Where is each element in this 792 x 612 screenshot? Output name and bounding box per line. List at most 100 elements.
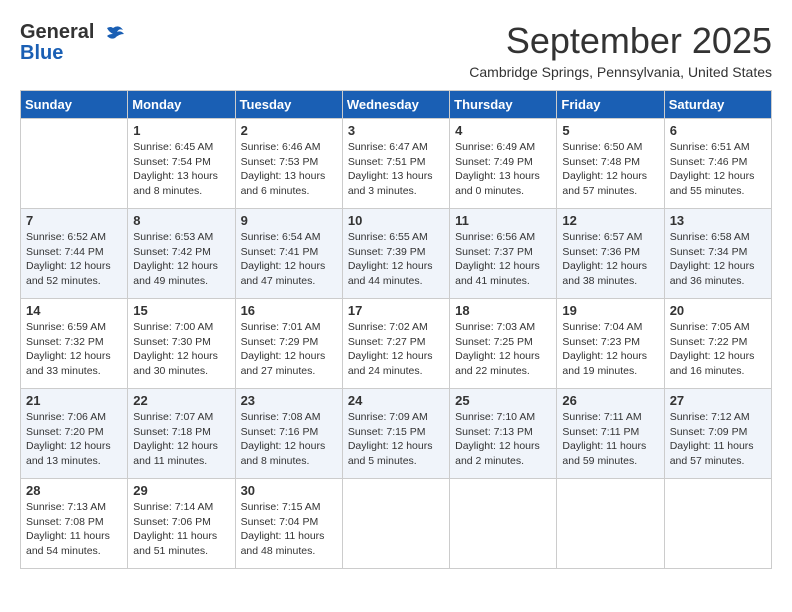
calendar-cell [21, 119, 128, 209]
day-number: 21 [26, 393, 122, 408]
calendar-cell: 26Sunrise: 7:11 AMSunset: 7:11 PMDayligh… [557, 389, 664, 479]
calendar-header-row: SundayMondayTuesdayWednesdayThursdayFrid… [21, 91, 772, 119]
calendar-cell: 10 Sunrise: 6:55 AMSunset: 7:39 PMDayligh… [342, 209, 449, 299]
day-number: 14 [26, 303, 122, 318]
calendar-cell: 2 Sunrise: 6:46 AMSunset: 7:53 PMDaylight… [235, 119, 342, 209]
month-title: September 2025 [469, 20, 772, 62]
day-number: 2 [241, 123, 337, 138]
day-info: Sunrise: 6:45 AMSunset: 7:54 PMDaylight:… [133, 140, 229, 199]
day-number: 9 [241, 213, 337, 228]
calendar-cell: 24 Sunrise: 7:09 AMSunset: 7:15 PMDayligh… [342, 389, 449, 479]
location-subtitle: Cambridge Springs, Pennsylvania, United … [469, 64, 772, 80]
day-info: Sunrise: 7:13 AMSunset: 7:08 PMDaylight:… [26, 500, 122, 559]
weekday-header-wednesday: Wednesday [342, 91, 449, 119]
calendar-table: SundayMondayTuesdayWednesdayThursdayFrid… [20, 90, 772, 569]
day-info: Sunrise: 7:09 AMSunset: 7:15 PMDaylight:… [348, 410, 444, 469]
day-number: 20 [670, 303, 766, 318]
day-info: Sunrise: 7:03 AMSunset: 7:25 PMDaylight:… [455, 320, 551, 379]
logo-bird-icon [99, 20, 127, 48]
calendar-cell [450, 479, 557, 569]
day-number: 12 [562, 213, 658, 228]
calendar-week-row: 7 Sunrise: 6:52 AMSunset: 7:44 PMDaylight… [21, 209, 772, 299]
calendar-cell: 25 Sunrise: 7:10 AMSunset: 7:13 PMDayligh… [450, 389, 557, 479]
title-area: September 2025 Cambridge Springs, Pennsy… [469, 20, 772, 80]
day-info: Sunrise: 6:50 AMSunset: 7:48 PMDaylight:… [562, 140, 658, 199]
calendar-cell: 12Sunrise: 6:57 AMSunset: 7:36 PMDayligh… [557, 209, 664, 299]
calendar-cell: 20 Sunrise: 7:05 AMSunset: 7:22 PMDayligh… [664, 299, 771, 389]
day-info: Sunrise: 6:55 AMSunset: 7:39 PMDaylight:… [348, 230, 444, 289]
day-number: 22 [133, 393, 229, 408]
calendar-cell: 8 Sunrise: 6:53 AMSunset: 7:42 PMDaylight… [128, 209, 235, 299]
logo-blue: Blue [20, 42, 63, 65]
calendar-cell: 15 Sunrise: 7:00 AMSunset: 7:30 PMDayligh… [128, 299, 235, 389]
calendar-cell: 13 Sunrise: 6:58 AMSunset: 7:34 PMDayligh… [664, 209, 771, 299]
weekday-header-tuesday: Tuesday [235, 91, 342, 119]
day-number: 26 [562, 393, 658, 408]
calendar-cell: 22 Sunrise: 7:07 AMSunset: 7:18 PMDayligh… [128, 389, 235, 479]
calendar-cell: 1 Sunrise: 6:45 AMSunset: 7:54 PMDaylight… [128, 119, 235, 209]
day-info: Sunrise: 7:07 AMSunset: 7:18 PMDaylight:… [133, 410, 229, 469]
weekday-header-saturday: Saturday [664, 91, 771, 119]
day-info: Sunrise: 7:00 AMSunset: 7:30 PMDaylight:… [133, 320, 229, 379]
day-number: 13 [670, 213, 766, 228]
day-number: 7 [26, 213, 122, 228]
day-info: Sunrise: 6:53 AMSunset: 7:42 PMDaylight:… [133, 230, 229, 289]
day-number: 16 [241, 303, 337, 318]
day-number: 15 [133, 303, 229, 318]
calendar-cell: 3 Sunrise: 6:47 AMSunset: 7:51 PMDaylight… [342, 119, 449, 209]
calendar-week-row: 14 Sunrise: 6:59 AMSunset: 7:32 PMDayligh… [21, 299, 772, 389]
day-number: 30 [241, 483, 337, 498]
calendar-week-row: 1 Sunrise: 6:45 AMSunset: 7:54 PMDaylight… [21, 119, 772, 209]
calendar-cell: 6Sunrise: 6:51 AMSunset: 7:46 PMDaylight… [664, 119, 771, 209]
calendar-cell [342, 479, 449, 569]
day-number: 10 [348, 213, 444, 228]
calendar-cell: 23Sunrise: 7:08 AMSunset: 7:16 PMDayligh… [235, 389, 342, 479]
day-number: 8 [133, 213, 229, 228]
day-info: Sunrise: 7:04 AMSunset: 7:23 PMDaylight:… [562, 320, 658, 379]
day-info: Sunrise: 7:12 AMSunset: 7:09 PMDaylight:… [670, 410, 766, 469]
day-number: 3 [348, 123, 444, 138]
day-number: 25 [455, 393, 551, 408]
calendar-cell [664, 479, 771, 569]
calendar-cell: 21 Sunrise: 7:06 AMSunset: 7:20 PMDayligh… [21, 389, 128, 479]
logo-general: General [20, 21, 94, 43]
calendar-week-row: 28 Sunrise: 7:13 AMSunset: 7:08 PMDayligh… [21, 479, 772, 569]
calendar-cell: 29Sunrise: 7:14 AMSunset: 7:06 PMDayligh… [128, 479, 235, 569]
weekday-header-friday: Friday [557, 91, 664, 119]
day-info: Sunrise: 7:05 AMSunset: 7:22 PMDaylight:… [670, 320, 766, 379]
day-info: Sunrise: 7:08 AMSunset: 7:16 PMDaylight:… [241, 410, 337, 469]
day-info: Sunrise: 6:58 AMSunset: 7:34 PMDaylight:… [670, 230, 766, 289]
calendar-cell: 30Sunrise: 7:15 AMSunset: 7:04 PMDayligh… [235, 479, 342, 569]
weekday-header-thursday: Thursday [450, 91, 557, 119]
day-info: Sunrise: 6:56 AMSunset: 7:37 PMDaylight:… [455, 230, 551, 289]
weekday-header-monday: Monday [128, 91, 235, 119]
day-number: 19 [562, 303, 658, 318]
calendar-week-row: 21 Sunrise: 7:06 AMSunset: 7:20 PMDayligh… [21, 389, 772, 479]
day-number: 17 [348, 303, 444, 318]
day-number: 6 [670, 123, 766, 138]
day-info: Sunrise: 6:52 AMSunset: 7:44 PMDaylight:… [26, 230, 122, 289]
day-info: Sunrise: 6:47 AMSunset: 7:51 PMDaylight:… [348, 140, 444, 199]
calendar-cell: 14 Sunrise: 6:59 AMSunset: 7:32 PMDayligh… [21, 299, 128, 389]
day-info: Sunrise: 7:01 AMSunset: 7:29 PMDaylight:… [241, 320, 337, 379]
day-number: 27 [670, 393, 766, 408]
day-info: Sunrise: 7:10 AMSunset: 7:13 PMDaylight:… [455, 410, 551, 469]
day-number: 24 [348, 393, 444, 408]
day-info: Sunrise: 6:46 AMSunset: 7:53 PMDaylight:… [241, 140, 337, 199]
logo: General Blue [20, 20, 127, 65]
calendar-cell: 9 Sunrise: 6:54 AMSunset: 7:41 PMDaylight… [235, 209, 342, 299]
calendar-cell: 7 Sunrise: 6:52 AMSunset: 7:44 PMDaylight… [21, 209, 128, 299]
day-info: Sunrise: 6:54 AMSunset: 7:41 PMDaylight:… [241, 230, 337, 289]
calendar-cell: 11 Sunrise: 6:56 AMSunset: 7:37 PMDayligh… [450, 209, 557, 299]
calendar-cell: 19 Sunrise: 7:04 AMSunset: 7:23 PMDayligh… [557, 299, 664, 389]
day-number: 4 [455, 123, 551, 138]
day-info: Sunrise: 7:06 AMSunset: 7:20 PMDaylight:… [26, 410, 122, 469]
day-info: Sunrise: 6:49 AMSunset: 7:49 PMDaylight:… [455, 140, 551, 199]
day-number: 11 [455, 213, 551, 228]
calendar-cell: 18Sunrise: 7:03 AMSunset: 7:25 PMDayligh… [450, 299, 557, 389]
day-info: Sunrise: 6:59 AMSunset: 7:32 PMDaylight:… [26, 320, 122, 379]
day-number: 28 [26, 483, 122, 498]
calendar-cell: 27 Sunrise: 7:12 AMSunset: 7:09 PMDayligh… [664, 389, 771, 479]
day-number: 1 [133, 123, 229, 138]
calendar-cell: 5Sunrise: 6:50 AMSunset: 7:48 PMDaylight… [557, 119, 664, 209]
